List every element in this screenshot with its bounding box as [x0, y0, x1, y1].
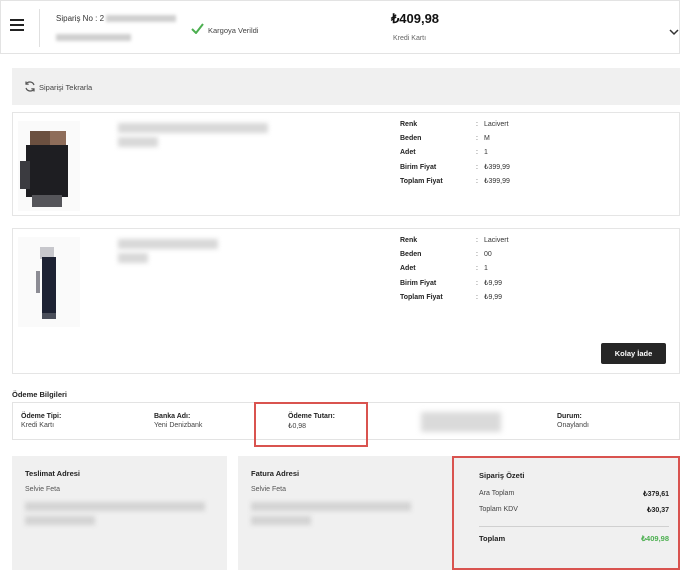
order-total: ₺409,98: [391, 11, 440, 26]
bank-name: Banka Adı: Yeni Denizbank: [154, 413, 202, 429]
payment-status-value: Onaylandı: [557, 422, 589, 429]
product-image[interactable]: [18, 237, 80, 327]
billing-address-name: Selvie Feta: [251, 486, 287, 493]
attr-value: 1: [484, 149, 488, 156]
attr-value: M: [484, 135, 490, 142]
attr-label: Renk: [400, 237, 418, 244]
product-attributes: Renk: Lacivert Beden:00 Adet:1 Birim Fiya…: [400, 237, 509, 307]
attr-value: Lacivert: [484, 121, 509, 128]
order-header: Sipariş No : 2 Kargoya Verildi ₺409,98 K…: [0, 0, 680, 54]
attr-value: ₺9,99: [484, 280, 503, 287]
payment-type-label: Ödeme Tipi:: [21, 413, 62, 420]
attr-row: Toplam Fiyat: ₺399,99: [400, 178, 510, 185]
redacted-field: [421, 412, 501, 432]
attr-label: Renk: [400, 121, 418, 128]
delivery-address-box: Teslimat Adresi Selvie Feta: [12, 456, 227, 570]
product-name-redacted: [118, 239, 218, 249]
easy-return-button[interactable]: Kolay İade: [601, 343, 666, 364]
order-number-redacted: [106, 15, 177, 23]
bank-name-label: Banka Adı:: [154, 413, 191, 420]
payment-type-value: Kredi Kartı: [21, 422, 55, 429]
product-name-redacted: [118, 123, 268, 133]
product-attributes: Renk: Lacivert Beden: M Adet:1 Birim Fiyat…: [400, 121, 510, 191]
attr-label: Beden: [400, 251, 422, 258]
billing-address-box: Fatura Adresi Selvie Feta: [238, 456, 453, 570]
attr-row: Beden:00: [400, 251, 492, 258]
attr-row: Adet:1: [400, 149, 488, 156]
address-redacted: [251, 516, 311, 525]
product-name-redacted: [118, 253, 148, 263]
payment-type: Ödeme Tipi: Kredi Kartı: [21, 413, 61, 429]
vat-value: ₺30,37: [647, 507, 669, 514]
attr-label: Adet: [400, 265, 416, 272]
attr-label: Toplam Fiyat: [400, 294, 443, 301]
attr-row: Beden: M: [400, 135, 490, 142]
attr-label: Toplam Fiyat: [400, 178, 443, 185]
order-summary-title: Sipariş Özeti: [479, 471, 525, 480]
summary-divider: [479, 526, 669, 527]
attr-value: ₺399,99: [484, 164, 510, 171]
attr-value: 1: [484, 265, 488, 272]
attr-value: Lacivert: [484, 237, 509, 244]
product-name-redacted: [118, 137, 158, 147]
refresh-icon: [25, 81, 35, 92]
payment-method: Kredi Kartı: [393, 35, 427, 42]
delivery-address-title: Teslimat Adresi: [25, 469, 81, 478]
grand-total-row: Toplam ₺409,98: [479, 534, 669, 543]
order-date-redacted: [56, 34, 131, 41]
hamburger-menu-icon[interactable]: [10, 19, 24, 33]
payment-status-label: Durum:: [557, 413, 582, 420]
attr-value: 00: [484, 251, 492, 258]
check-icon: [191, 23, 204, 34]
order-number-label: Sipariş No : 2: [56, 14, 105, 23]
attr-row: Adet:1: [400, 265, 488, 272]
attr-label: Beden: [400, 135, 422, 142]
bank-name-value: Yeni Denizbank: [154, 422, 203, 429]
payment-amount-highlight: [254, 402, 368, 447]
chevron-down-icon[interactable]: [669, 28, 679, 36]
address-redacted: [251, 502, 411, 511]
attr-label: Adet: [400, 149, 416, 156]
product-image[interactable]: [18, 121, 80, 211]
attr-value: ₺399,99: [484, 178, 510, 185]
product-card: Renk: Lacivert Beden: M Adet:1 Birim Fiyat…: [12, 112, 680, 216]
attr-row: Renk: Lacivert: [400, 121, 509, 128]
payment-status: Durum: Onaylandı: [557, 413, 589, 429]
attr-row: Birim Fiyat: ₺399,99: [400, 164, 510, 171]
order-summary-box: Sipariş Özeti Ara Toplam ₺379,61 Toplam …: [452, 456, 680, 570]
attr-row: Renk: Lacivert: [400, 237, 509, 244]
attr-label: Birim Fiyat: [400, 164, 437, 171]
product-card: Renk: Lacivert Beden:00 Adet:1 Birim Fiya…: [12, 228, 680, 374]
attr-label: Birim Fiyat: [400, 280, 437, 287]
order-number: Sipariş No : 2: [56, 14, 177, 23]
vat-row: Toplam KDV ₺30,37: [479, 506, 669, 514]
subtotal-value: ₺379,61: [643, 491, 669, 498]
address-redacted: [25, 502, 205, 511]
grand-total-label: Toplam: [479, 534, 506, 543]
attr-row: Toplam Fiyat: ₺9,99: [400, 294, 503, 301]
grand-total-value: ₺409,98: [641, 534, 669, 543]
attr-row: Birim Fiyat: ₺9,99: [400, 280, 503, 287]
shipping-status: Kargoya Verildi: [208, 26, 259, 35]
reorder-button[interactable]: Siparişi Tekrarla: [12, 68, 680, 105]
address-redacted: [25, 516, 95, 525]
delivery-address-name: Selvie Feta: [25, 486, 61, 493]
billing-address-title: Fatura Adresi: [251, 469, 300, 478]
subtotal-label: Ara Toplam: [479, 490, 515, 497]
header-divider: [39, 9, 40, 47]
vat-label: Toplam KDV: [479, 506, 518, 513]
payment-info-title: Ödeme Bilgileri: [12, 390, 68, 399]
reorder-label: Siparişi Tekrarla: [39, 83, 93, 92]
attr-value: ₺9,99: [484, 294, 503, 301]
subtotal-row: Ara Toplam ₺379,61: [479, 490, 669, 498]
